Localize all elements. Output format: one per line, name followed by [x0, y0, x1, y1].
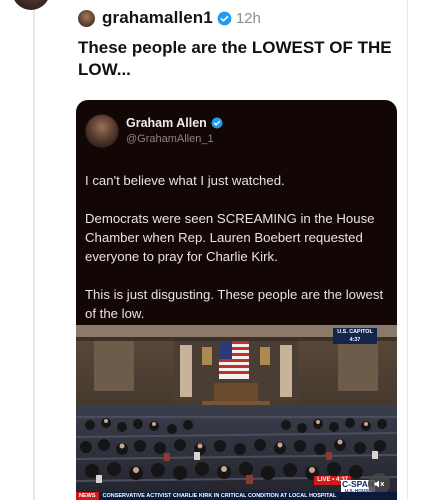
thread-line [33, 0, 35, 500]
post-header: grahamallen1 12h [78, 6, 261, 30]
house-chamber-video-frame [76, 325, 397, 500]
quoted-author-name-row: Graham Allen [126, 116, 223, 130]
quoted-paragraph: Democrats were seen SCREAMING in the Hou… [85, 211, 375, 264]
quoted-author-avatar[interactable] [85, 114, 119, 148]
quoted-author-handle: @GrahamAllen_1 [126, 133, 214, 145]
quoted-author-name[interactable]: Graham Allen [126, 116, 207, 130]
quoted-post-body: I can't believe what I just watched. Dem… [85, 171, 385, 342]
capitol-time: 4:37 [349, 337, 361, 343]
video-player[interactable]: U.S. CAPITOL 4:37 LIVE • 4:37 C-SPAN U.S… [76, 325, 397, 500]
news-ticker: NEWS CONSERVATIVE ACTIVIST CHARLIE KIRK … [76, 492, 397, 500]
verified-badge-icon [217, 11, 232, 26]
ticker-label: NEWS [76, 492, 99, 500]
post-time[interactable]: 12h [236, 10, 261, 27]
author-avatar[interactable] [78, 9, 95, 27]
quoted-paragraph: I can't believe what I just watched. [85, 173, 285, 188]
previous-post-avatar[interactable] [12, 0, 50, 10]
quoted-paragraph: This is just disgusting. These people ar… [85, 287, 384, 321]
speaker-muted-icon [374, 480, 384, 488]
post-text: These people are the LOWEST OF THE LOW..… [78, 38, 392, 79]
capitol-location-badge: U.S. CAPITOL 4:37 [333, 328, 377, 344]
quoted-post-card[interactable]: Graham Allen @GrahamAllen_1 I can't beli… [76, 100, 397, 500]
ticker-headline: CONSERVATIVE ACTIVIST CHARLIE KIRK IN CR… [102, 493, 337, 499]
capitol-label: U.S. CAPITOL [337, 329, 373, 335]
column-divider [407, 0, 408, 500]
author-username[interactable]: grahamallen1 [102, 8, 213, 28]
quoted-verified-badge-icon [211, 117, 223, 129]
